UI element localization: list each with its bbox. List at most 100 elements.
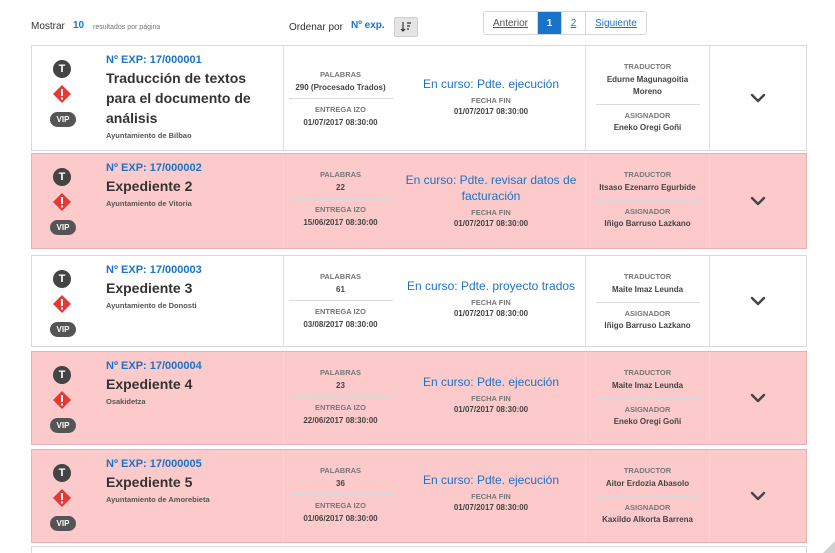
delivery-label: ENTREGA IZO (315, 501, 366, 510)
status-block: En curso: Pdte. revisar datos de factura… (397, 154, 585, 248)
expand-button[interactable] (709, 256, 806, 346)
divider (288, 300, 393, 301)
end-date-label: FECHA FIN (471, 96, 511, 105)
translator-name: Edurne Magunagoitia Moreno (606, 75, 689, 96)
expand-button[interactable] (709, 450, 806, 542)
expediente-card[interactable]: T VIP Nº EXP: 17/000004 Expediente 4 Osa… (31, 351, 807, 445)
pagination: Anterior 1 2 Siguiente (483, 11, 647, 35)
end-date-value: 01/07/2017 08:30:00 (453, 405, 529, 414)
assigner-label: ASIGNADOR (624, 309, 671, 318)
end-date-value: 01/07/2017 08:30:00 (453, 219, 529, 228)
assigner-name: Iñigo Barruso Lazkano (604, 321, 691, 330)
delivery-value: 22/06/2017 08:30:00 (303, 416, 378, 425)
per-page-label: resultados por página (93, 24, 161, 31)
expediente-card[interactable]: T VIP Nº EXP: 17/000002 Expediente 2 Ayu… (31, 153, 807, 249)
translator-name: Maite Imaz Leunda (611, 285, 684, 294)
expediente-number[interactable]: Nº EXP: 17/000004 (106, 360, 277, 372)
expediente-card[interactable]: T VIP Nº EXP: 17/000001 Traducción de te… (31, 45, 807, 151)
words-delivery: PALABRAS 290 (Procesado Trados) ENTREGA … (283, 46, 397, 150)
divider (288, 396, 393, 397)
end-date-value: 01/07/2017 08:30:00 (453, 107, 529, 116)
vip-badge: VIP (50, 220, 76, 235)
expediente-card[interactable]: T VIP Nº EXP: 17/000005 Expediente 5 Ayu… (31, 449, 807, 543)
sort-icon (400, 22, 411, 32)
pagination-next[interactable]: Siguiente (586, 12, 646, 34)
status-block: En curso: Pdte. ejecución FECHA FIN 01/0… (397, 352, 585, 444)
expediente-title: Expediente 3 (106, 280, 193, 296)
expediente-main: Nº EXP: 17/000004 Expediente 4 Osakidetz… (94, 352, 283, 444)
expediente-organization: Ayuntamiento de Vitoria (106, 199, 192, 208)
delivery-value: 01/06/2017 08:30:00 (303, 514, 378, 523)
list-item-partial (31, 546, 807, 553)
end-date-label: FECHA FIN (471, 492, 511, 501)
expediente-title: Expediente 4 (106, 376, 193, 392)
status-text: En curso: Pdte. revisar datos de factura… (405, 173, 577, 203)
delivery-label: ENTREGA IZO (315, 105, 366, 114)
words-label: PALABRAS (319, 466, 362, 475)
words-value: 290 (Procesado Trados) (295, 83, 386, 92)
badges: T VIP (32, 352, 94, 444)
expediente-card[interactable]: T VIP Nº EXP: 17/000003 Expediente 3 Ayu… (31, 255, 807, 347)
badges: T VIP (32, 450, 94, 542)
badges: T VIP (32, 256, 94, 346)
alert-icon (53, 489, 71, 507)
resize-grip-icon[interactable] (823, 541, 835, 553)
badges: T VIP (32, 46, 94, 150)
translator-name: Maite Imaz Leunda (611, 381, 684, 390)
chevron-down-icon (750, 491, 766, 501)
order-by-select[interactable]: Nº exp. (351, 20, 385, 31)
expand-button[interactable] (709, 352, 806, 444)
divider (595, 200, 700, 201)
translator-name: Itsaso Ezenarro Egurbide (599, 183, 696, 192)
order-label: Ordenar por (289, 22, 343, 33)
expediente-title: Traducción de textos para el documento d… (106, 70, 251, 126)
expediente-organization: Osakidetza (106, 397, 146, 406)
assigner-label: ASIGNADOR (624, 405, 671, 414)
translation-type-badge: T (53, 168, 71, 186)
results-toolbar: Mostrar 10 resultados por página Ordenar… (0, 0, 835, 44)
translator-name: Aitor Erdozia Abasolo (605, 479, 690, 488)
words-value: 22 (336, 183, 345, 192)
expediente-organization: Ayuntamiento de Donosti (106, 301, 197, 310)
pagination-page-1[interactable]: 1 (538, 12, 562, 34)
words-label: PALABRAS (319, 272, 362, 281)
divider (595, 398, 700, 399)
divider (288, 198, 393, 199)
delivery-label: ENTREGA IZO (315, 307, 366, 316)
assigner-name: Iñigo Barruso Lazkano (604, 219, 691, 228)
alert-icon (53, 295, 71, 313)
delivery-value: 15/06/2017 08:30:00 (303, 218, 378, 227)
divider (288, 98, 393, 99)
delivery-value: 01/07/2017 08:30:00 (303, 118, 378, 127)
status-block: En curso: Pdte. ejecución FECHA FIN 01/0… (397, 46, 585, 150)
alert-icon (53, 85, 71, 103)
sort-direction-button[interactable] (394, 17, 418, 37)
end-date-value: 01/07/2017 08:30:00 (453, 503, 529, 512)
expediente-number[interactable]: Nº EXP: 17/000003 (106, 264, 277, 276)
delivery-label: ENTREGA IZO (315, 403, 366, 412)
translation-type-badge: T (53, 60, 71, 78)
expand-button[interactable] (709, 46, 806, 150)
expediente-number[interactable]: Nº EXP: 17/000001 (106, 54, 277, 66)
expediente-main: Nº EXP: 17/000005 Expediente 5 Ayuntamie… (94, 450, 283, 542)
divider (595, 302, 700, 303)
translator-label: TRADUCTOR (623, 170, 672, 179)
results-per-page-select[interactable]: 10 (73, 20, 84, 31)
words-label: PALABRAS (319, 70, 362, 79)
divider (595, 496, 700, 497)
expediente-number[interactable]: Nº EXP: 17/000005 (106, 458, 277, 470)
words-value: 36 (336, 479, 345, 488)
pagination-page-2[interactable]: 2 (562, 12, 586, 34)
expediente-organization: Ayuntamiento de Amorebieta (106, 495, 210, 504)
expediente-number[interactable]: Nº EXP: 17/000002 (106, 162, 277, 174)
expand-button[interactable] (709, 154, 806, 248)
assigner-name: Eneko Oregi Goñi (613, 123, 682, 132)
status-block: En curso: Pdte. ejecución FECHA FIN 01/0… (397, 450, 585, 542)
translator-label: TRADUCTOR (623, 466, 672, 475)
pagination-previous[interactable]: Anterior (484, 12, 538, 34)
vip-badge: VIP (50, 516, 76, 531)
alert-icon (53, 391, 71, 409)
words-delivery: PALABRAS 36 ENTREGA IZO 01/06/2017 08:30… (283, 450, 397, 542)
end-date-value: 01/07/2017 08:30:00 (453, 309, 529, 318)
vip-badge: VIP (50, 322, 76, 337)
